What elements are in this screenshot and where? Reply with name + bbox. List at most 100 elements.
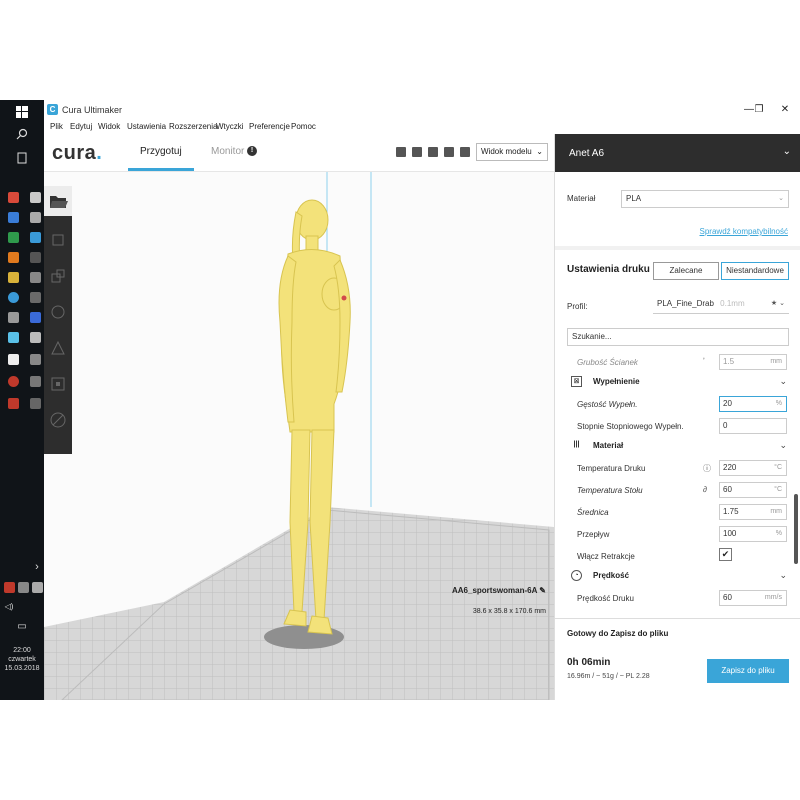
material-select[interactable]: PLA ⌄ bbox=[621, 190, 789, 208]
bed-temperature-input[interactable]: 60 °C bbox=[719, 482, 787, 498]
taskbar-clock[interactable]: 22:00 czwartek 15.03.2018 bbox=[0, 646, 44, 673]
build-plate-scene bbox=[44, 172, 554, 700]
setting-label: Temperatura Stołu bbox=[577, 486, 643, 495]
tray-icon[interactable] bbox=[32, 582, 43, 593]
menu-bar: Plik Edytuj Widok Ustawienia Rozszerzeni… bbox=[44, 120, 800, 134]
setting-value: 60 bbox=[723, 485, 732, 494]
tab-prepare[interactable]: Przygotuj bbox=[140, 146, 182, 157]
print-speed-input[interactable]: 60 mm/s bbox=[719, 590, 787, 606]
mirror-tool-icon[interactable] bbox=[48, 338, 68, 358]
check-compatibility-link[interactable]: Sprawdź kompatybilność bbox=[700, 227, 788, 236]
wall-thickness-input[interactable]: 1.5 mm bbox=[719, 354, 787, 370]
custom-mode-button[interactable]: Niestandardowe bbox=[721, 262, 789, 280]
infill-density-input[interactable]: 20% bbox=[719, 396, 787, 412]
left-view-icon[interactable] bbox=[444, 147, 454, 157]
app-icon[interactable] bbox=[8, 332, 19, 343]
menu-help[interactable]: Pomoc bbox=[291, 122, 316, 131]
per-model-settings-icon[interactable] bbox=[48, 374, 68, 394]
windows-start-icon[interactable] bbox=[15, 106, 29, 120]
3d-view-icon[interactable] bbox=[396, 147, 406, 157]
settings-search-input[interactable]: Szukanie... bbox=[567, 328, 789, 346]
left-toolbar bbox=[44, 186, 72, 454]
move-tool-icon[interactable] bbox=[48, 230, 68, 250]
notepad-app-icon[interactable] bbox=[8, 354, 19, 365]
top-view-icon[interactable] bbox=[428, 147, 438, 157]
volume-icon[interactable]: ◁) bbox=[2, 600, 16, 614]
right-view-icon[interactable] bbox=[460, 147, 470, 157]
active-tab-indicator bbox=[128, 168, 194, 171]
search-icon[interactable] bbox=[15, 128, 29, 142]
profile-select[interactable]: PLA_Fine_Drab 0.1mm ★ ⌄ bbox=[653, 296, 789, 314]
document-icon[interactable] bbox=[30, 212, 41, 223]
star-icon[interactable]: ★ ⌄ bbox=[771, 296, 785, 312]
print-temperature-input[interactable]: 220 °C bbox=[719, 460, 787, 476]
menu-settings[interactable]: Ustawienia bbox=[127, 122, 166, 131]
notification-icon[interactable]: ▭ bbox=[15, 620, 29, 634]
enable-retraction-checkbox[interactable]: ✔ bbox=[719, 548, 732, 561]
link-icon[interactable]: ∂ bbox=[703, 485, 707, 494]
maximize-button[interactable]: ❐ bbox=[748, 102, 770, 118]
rotate-tool-icon[interactable] bbox=[48, 302, 68, 322]
flow-input[interactable]: 100% bbox=[719, 526, 787, 542]
menu-file[interactable]: Plik bbox=[50, 122, 63, 131]
close-button[interactable]: ✕ bbox=[774, 102, 796, 118]
app-icon[interactable] bbox=[8, 376, 19, 387]
scale-tool-icon[interactable] bbox=[48, 266, 68, 286]
app-icon[interactable] bbox=[30, 376, 41, 387]
app-icon[interactable] bbox=[30, 272, 41, 283]
chevron-up-icon[interactable]: › bbox=[30, 560, 44, 574]
material-value: PLA bbox=[626, 194, 642, 203]
app-icon[interactable] bbox=[30, 332, 41, 343]
3d-viewport[interactable]: AA6_sportswoman-6A ✎ 38.6 x 35.8 x 170.6… bbox=[44, 172, 554, 700]
profile-label: Profil: bbox=[567, 302, 588, 311]
menu-extensions[interactable]: Rozszerzenia bbox=[169, 122, 217, 131]
chrome-app-icon[interactable] bbox=[8, 192, 19, 203]
category-material[interactable]: ||| Materiał ⌄ bbox=[569, 438, 789, 454]
clock-date: 15.03.2018 bbox=[4, 665, 40, 672]
menu-edit[interactable]: Edytuj bbox=[70, 122, 92, 131]
app-icon[interactable] bbox=[8, 212, 19, 223]
save-to-file-button[interactable]: Zapisz do pliku bbox=[707, 659, 789, 683]
diameter-input[interactable]: 1.75 mm bbox=[719, 504, 787, 520]
window-title: Cura Ultimaker bbox=[62, 105, 123, 115]
tray-icon[interactable] bbox=[18, 582, 29, 593]
recommended-mode-button[interactable]: Zalecane bbox=[653, 262, 719, 280]
material-icon: ||| bbox=[573, 441, 580, 448]
menu-view[interactable]: Widok bbox=[98, 122, 120, 131]
menu-preferences[interactable]: Preferencje bbox=[249, 122, 290, 131]
setting-label: Grubość Ścianek bbox=[577, 358, 638, 367]
menu-plugins[interactable]: Wtyczki bbox=[216, 122, 244, 131]
pencil-icon[interactable]: ✎ bbox=[539, 586, 546, 595]
cura-window: C Cura Ultimaker — ❐ ✕ Plik Edytuj Widok… bbox=[44, 100, 800, 700]
music-icon[interactable] bbox=[30, 312, 41, 323]
open-file-button[interactable] bbox=[44, 186, 72, 216]
folder-icon[interactable] bbox=[8, 272, 19, 283]
info-icon[interactable]: ⓘ bbox=[703, 463, 711, 474]
settings-scrollbar[interactable] bbox=[794, 494, 798, 564]
app-icon[interactable] bbox=[30, 354, 41, 365]
edge-app-icon[interactable] bbox=[8, 292, 19, 303]
tray-icon[interactable] bbox=[4, 582, 15, 593]
tab-monitor[interactable]: Monitor bbox=[211, 146, 244, 157]
category-speed[interactable]: ◔ Prędkość ⌄ bbox=[569, 568, 789, 584]
printer-selector[interactable]: Anet A6 ⌄ bbox=[555, 134, 800, 172]
chevron-down-icon: ⌄ bbox=[536, 147, 543, 156]
app-icon[interactable] bbox=[8, 398, 19, 409]
task-view-icon[interactable] bbox=[15, 152, 29, 166]
app-icon[interactable] bbox=[30, 292, 41, 303]
app-icon[interactable] bbox=[8, 312, 19, 323]
support-blocker-icon[interactable] bbox=[48, 410, 68, 430]
app-icon[interactable] bbox=[8, 232, 19, 243]
gradual-infill-input[interactable]: 0 bbox=[719, 418, 787, 434]
app-icon[interactable] bbox=[30, 398, 41, 409]
app-icon[interactable] bbox=[30, 252, 41, 263]
view-mode-select[interactable]: Widok modelu ⌄ bbox=[476, 143, 548, 161]
model-name-text: AA6_sportswoman-6A bbox=[452, 586, 538, 595]
vlc-app-icon[interactable] bbox=[8, 252, 19, 263]
clock-day: czwartek bbox=[8, 656, 36, 663]
setting-value: 60 bbox=[723, 593, 732, 602]
category-infill[interactable]: ⊠ Wypełnienie ⌄ bbox=[569, 374, 789, 390]
front-view-icon[interactable] bbox=[412, 147, 422, 157]
file-icon[interactable] bbox=[30, 192, 41, 203]
download-icon[interactable] bbox=[30, 232, 41, 243]
